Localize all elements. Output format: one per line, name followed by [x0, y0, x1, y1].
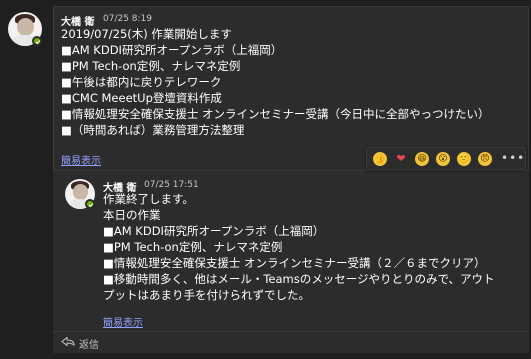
message-line: ■AM KDDI研究所オープンラボ（上福岡） — [103, 224, 325, 238]
message-line: ■移動時間多く、他はメール・Teamsのメッセージやりとりのみで、アウト — [103, 272, 495, 286]
see-less-link[interactable]: 簡易表示 — [103, 314, 143, 329]
reply-arrow-icon — [61, 337, 75, 347]
message-line: ■CMC MeeetUp登壇資料作成 — [61, 91, 222, 105]
laugh-icon[interactable]: 😆 — [415, 152, 429, 166]
message-line: プットはあまり手を付けられずでした。 — [103, 288, 310, 302]
more-options-icon[interactable]: ••• — [501, 151, 525, 165]
message-line: 2019/07/25(木) 作業開始します — [61, 27, 232, 41]
message-timestamp: 07/25 8:19 — [103, 14, 153, 24]
message-line: ■情報処理安全確保支援士 オンラインセミナー受講（今日中に全部やっつけたい） — [61, 107, 490, 121]
message-line: ■午後は都内に戻りテレワーク — [61, 75, 222, 89]
conversation-thread: 大橋 衛 07/25 8:19 2019/07/25(木) 作業開始します ■AM… — [0, 0, 531, 359]
message-line: ■PM Tech-on定例、ナレマネ定例 — [61, 59, 241, 73]
heart-icon[interactable]: ❤ — [394, 152, 408, 166]
see-less-link[interactable]: 簡易表示 — [61, 152, 101, 167]
angry-icon[interactable]: 😠 — [478, 152, 492, 166]
thumbs-up-icon[interactable]: 👍 — [373, 152, 387, 166]
reaction-bar: 😠 🙁 😮 😆 ❤ 👍 ••• — [366, 147, 526, 170]
presence-available-icon — [85, 199, 95, 209]
reply-label[interactable]: 返信 — [79, 336, 99, 351]
message-line: ■PM Tech-on定例、ナレマネ定例 — [103, 240, 283, 254]
message-line: 本日の作業 — [103, 208, 161, 222]
reply-timestamp: 07/25 17:51 — [144, 180, 199, 190]
presence-available-icon — [32, 36, 42, 46]
message-line: ■（時間あれば）業務管理方法整理 — [61, 123, 245, 137]
sad-icon[interactable]: 🙁 — [457, 152, 471, 166]
reply-bar[interactable]: 返信 — [53, 332, 529, 353]
message-line: ■AM KDDI研究所オープンラボ（上福岡） — [61, 43, 283, 57]
message-line: ■情報処理安全確保支援士 オンラインセミナー受講（２／６までクリア） — [103, 256, 486, 270]
surprised-icon[interactable]: 😮 — [436, 152, 450, 166]
message-line: 作業終了します。 — [103, 192, 194, 206]
